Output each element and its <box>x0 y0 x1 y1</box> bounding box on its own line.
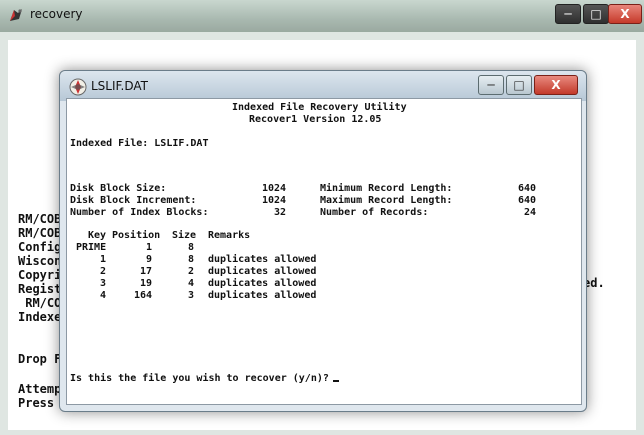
table-row-position: 1 <box>146 242 153 253</box>
disk-block-increment-value: 1024 <box>262 195 287 206</box>
outer-line-3: Config <box>18 240 62 254</box>
table-row-size: 2 <box>188 266 195 277</box>
table-header-position: Position <box>112 230 161 241</box>
outer-maximize-button[interactable]: □ <box>583 4 609 24</box>
outer-line-2: RM/COB <box>18 226 62 240</box>
table-row-size: 3 <box>188 290 195 301</box>
outer-window-title: recovery <box>30 7 83 21</box>
table-row-position: 17 <box>140 266 153 277</box>
minimize-icon: ─ <box>564 7 572 21</box>
table-row-remarks: duplicates allowed <box>208 290 317 301</box>
close-icon: X <box>551 78 561 92</box>
disk-block-increment-label: Disk Block Increment: <box>70 195 197 206</box>
utility-title: Indexed File Recovery Utility <box>232 102 407 113</box>
maximize-icon: □ <box>513 78 525 92</box>
table-row-key: 4 <box>100 290 107 301</box>
table-row-size: 8 <box>188 254 195 265</box>
max-record-label: Maximum Record Length: <box>320 195 453 206</box>
maximize-icon: □ <box>590 7 602 21</box>
outer-titlebar[interactable]: recovery ─ □ X <box>0 0 644 33</box>
recover-prompt-text: Is this the file you wish to recover (y/… <box>70 373 329 384</box>
table-row-position: 19 <box>140 278 153 289</box>
table-header-size: Size <box>172 230 197 241</box>
table-row-position: 9 <box>146 254 153 265</box>
table-row-key: PRIME <box>76 242 107 253</box>
inner-minimize-button[interactable]: ─ <box>478 75 504 95</box>
recovery-app-icon <box>10 9 22 21</box>
disk-block-size-label: Disk Block Size: <box>70 183 167 194</box>
table-row-key: 1 <box>100 254 107 265</box>
minimize-icon: ─ <box>487 78 495 92</box>
inner-close-button[interactable]: X <box>534 75 578 95</box>
inner-titlebar[interactable]: LSLIF.DAT ─ □ X <box>60 71 586 101</box>
inner-window: LSLIF.DAT ─ □ X Indexed File Recovery Ut… <box>59 70 587 412</box>
number-index-blocks-value: 32 <box>274 207 287 218</box>
table-row-remarks: duplicates allowed <box>208 278 317 289</box>
outer-line-5: Copyri <box>18 268 62 282</box>
number-records-label: Number of Records: <box>320 207 429 218</box>
max-record-value: 640 <box>518 195 537 206</box>
table-row-size: 4 <box>188 278 195 289</box>
table-header-key: Key <box>88 230 107 241</box>
close-icon: X <box>620 7 630 21</box>
indexed-file-line: Indexed File: LSLIF.DAT <box>70 138 209 149</box>
disk-block-size-value: 1024 <box>262 183 287 194</box>
outer-line-7: RM/CO <box>18 296 62 310</box>
outer-line-10: Drop F <box>18 352 62 366</box>
outer-line-6: Regist <box>18 282 62 296</box>
outer-line-12: Attemp <box>18 382 62 396</box>
table-row-position: 164 <box>134 290 153 301</box>
lslif-file-icon <box>69 78 87 96</box>
number-records-value: 24 <box>524 207 537 218</box>
outer-line-1: RM/COB <box>18 212 62 226</box>
table-row-remarks: duplicates allowed <box>208 266 317 277</box>
table-row-key: 2 <box>100 266 107 277</box>
outer-close-button[interactable]: X <box>608 4 642 24</box>
inner-maximize-button[interactable]: □ <box>506 75 532 95</box>
inner-window-title: LSLIF.DAT <box>91 79 148 93</box>
min-record-value: 640 <box>518 183 537 194</box>
table-row-remarks: duplicates allowed <box>208 254 317 265</box>
min-record-label: Minimum Record Length: <box>320 183 453 194</box>
table-header-remarks: Remarks <box>208 230 251 241</box>
outer-line-8: Indexe <box>18 310 62 324</box>
number-index-blocks-label: Number of Index Blocks: <box>70 207 209 218</box>
text-cursor <box>332 380 339 382</box>
outer-minimize-button[interactable]: ─ <box>555 4 581 24</box>
recover-prompt[interactable]: Is this the file you wish to recover (y/… <box>70 373 339 384</box>
version-line: Recover1 Version 12.05 <box>249 114 382 125</box>
outer-line-4: Wiscon <box>18 254 62 268</box>
table-row-size: 8 <box>188 242 195 253</box>
inner-console: Indexed File Recovery Utility Recover1 V… <box>66 98 582 405</box>
table-row-key: 3 <box>100 278 107 289</box>
